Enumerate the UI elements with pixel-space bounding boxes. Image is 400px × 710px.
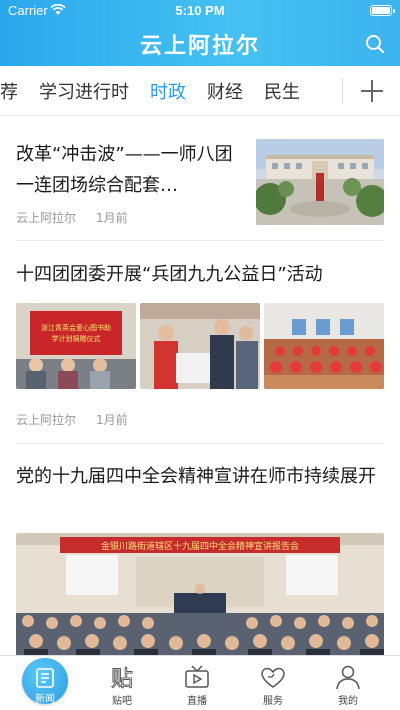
nav-service[interactable]: 服务 — [233, 656, 313, 710]
article-item[interactable]: 改革“冲击波”——一师八团一连团场综合配套… — [16, 139, 242, 201]
divider — [16, 240, 384, 241]
profile-icon — [336, 665, 360, 690]
tab-politics[interactable]: 时政 — [150, 78, 186, 104]
app-title: 云上阿拉尔 — [139, 33, 260, 59]
tab-finance[interactable]: 财经 — [207, 78, 243, 104]
news-feed[interactable]: 改革“冲击波”——一师八团一连团场综合配套… 云上阿拉尔 1月前 十四团团委开展“… — [0, 117, 400, 655]
article-source: 云上阿拉尔 — [16, 211, 77, 225]
article-image[interactable]: 浙江青英会爱心图书助 学计划捐赠仪式 — [16, 303, 136, 389]
tab-study[interactable]: 学习进行时 — [39, 78, 129, 104]
article-source: 云上阿拉尔 — [16, 413, 77, 427]
article-item[interactable]: 党的十九届四中全会精神宣讲在师市持续展开 — [16, 461, 384, 492]
news-icon — [36, 668, 54, 688]
article-time: 1月前 — [96, 413, 128, 427]
post-bar-icon: 贴 — [111, 667, 134, 690]
article-time: 1月前 — [96, 211, 128, 225]
battery-icon — [370, 5, 395, 16]
add-tab-button[interactable] — [342, 66, 400, 115]
category-tab-bar: 推荐 学习进行时 时政 财经 民生 — [0, 66, 400, 116]
article-title[interactable]: 党的十九届四中全会精神宣讲在师市持续展开 — [16, 461, 384, 492]
svg-text:贴: 贴 — [111, 667, 133, 690]
svg-text:浙江青英会爱心图书助: 浙江青英会爱心图书助 — [41, 323, 111, 332]
app-header: Carrier 5:10 PM 云上阿拉尔 — [0, 0, 400, 66]
tab-livelihood[interactable]: 民生 — [264, 78, 300, 104]
article-large-image[interactable]: 金银川路街道辖区十九届四中全会精神宣讲报告会 — [16, 533, 384, 655]
nav-post-bar[interactable]: 贴 贴吧 — [82, 656, 162, 710]
nav-label: 新闻 — [35, 694, 55, 705]
status-bar: Carrier 5:10 PM — [0, 0, 400, 22]
article-meta: 云上阿拉尔 1月前 — [16, 411, 384, 428]
nav-label: 服务 — [263, 696, 283, 707]
nav-news[interactable]: 新闻 — [0, 656, 80, 710]
article-title[interactable]: 十四团团委开展“兵团九九公益日”活动 — [16, 259, 384, 290]
tab-recommend[interactable]: 推荐 — [0, 78, 18, 104]
svg-text:学计划捐赠仪式: 学计划捐赠仪式 — [52, 334, 101, 343]
search-icon[interactable] — [364, 33, 386, 55]
nav-label: 直播 — [187, 696, 207, 707]
article-image[interactable] — [140, 303, 260, 389]
tab-list: 推荐 学习进行时 时政 财经 民生 — [0, 66, 321, 115]
article-title[interactable]: 改革“冲击波”——一师八团一连团场综合配套… — [16, 139, 242, 201]
article-thumbnail[interactable] — [256, 139, 384, 225]
service-heart-icon — [261, 667, 285, 688]
tab-fade — [312, 66, 342, 115]
article-item[interactable]: 十四团团委开展“兵团九九公益日”活动 — [16, 259, 384, 290]
nav-live[interactable]: 直播 — [157, 656, 237, 710]
nav-profile[interactable]: 我的 — [308, 656, 388, 710]
status-time: 5:10 PM — [175, 3, 225, 18]
nav-label: 贴吧 — [112, 696, 132, 707]
article-image[interactable] — [264, 303, 384, 389]
divider — [16, 443, 384, 444]
live-tv-icon — [185, 665, 209, 688]
nav-label: 我的 — [338, 696, 358, 707]
bottom-nav: 新闻 贴 贴吧 直播 服务 我的 — [0, 655, 400, 710]
article-image-caption: 金银川路街道辖区十九届四中全会精神宣讲报告会 — [101, 540, 299, 552]
